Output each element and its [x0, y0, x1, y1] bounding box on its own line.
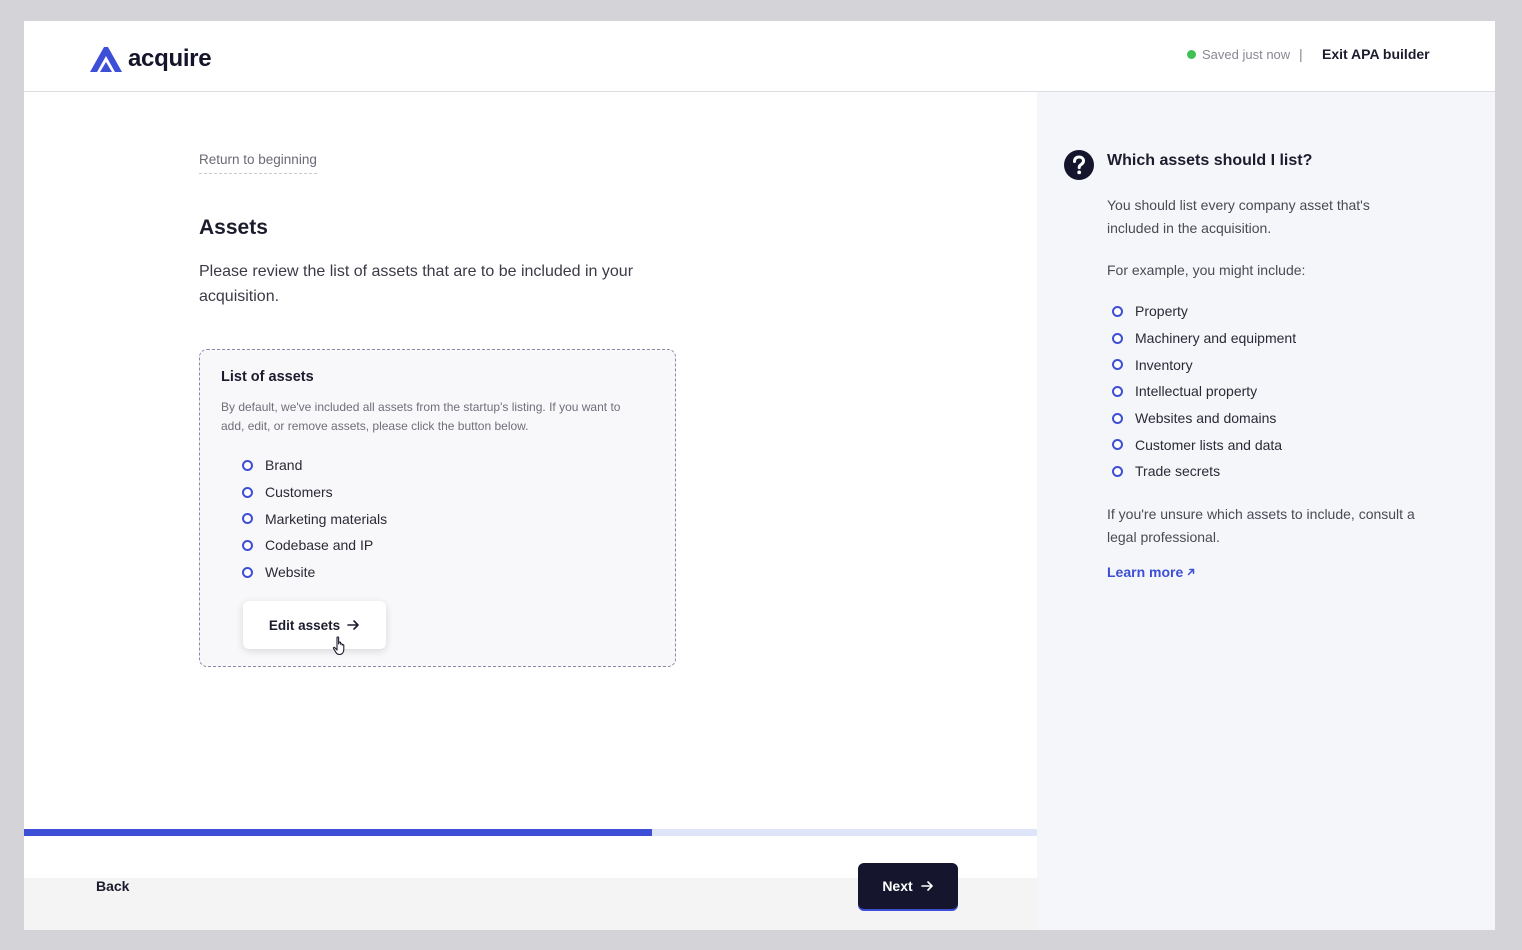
list-item: Websites and domains [1112, 405, 1296, 432]
page-description: Please review the list of assets that ar… [199, 263, 634, 305]
back-button[interactable]: Back [96, 878, 129, 894]
list-item-label: Brand [265, 457, 303, 474]
edit-assets-label: Edit assets [268, 617, 341, 633]
save-status-text: Saved just now [1202, 47, 1291, 62]
learn-more-label: Learn more [1107, 564, 1184, 580]
list-item-label: Intellectual property [1135, 383, 1258, 400]
list-item: Trade secrets [1112, 458, 1296, 485]
list-item: Intellectual property [1112, 378, 1296, 405]
list-item-label: Marketing materials [265, 510, 388, 527]
help-intro: You should list every company asset that… [1107, 197, 1370, 236]
card-description: By default, we've included all assets fr… [221, 400, 621, 433]
bullet-icon [242, 513, 253, 525]
bullet-icon [242, 539, 253, 551]
list-item-label: Websites and domains [1135, 410, 1277, 427]
bullet-icon [242, 459, 253, 471]
list-item: Inventory [1112, 351, 1296, 378]
saved-status-dot [1187, 50, 1196, 59]
edit-assets-button[interactable]: Edit assets [243, 601, 386, 649]
bullet-icon [1112, 465, 1123, 477]
list-item: Customer lists and data [1112, 431, 1296, 458]
list-item-label: Website [265, 564, 316, 581]
bullet-icon [1112, 332, 1123, 344]
list-item-label: Machinery and equipment [1135, 330, 1297, 347]
list-item-label: Codebase and IP [265, 537, 374, 554]
help-panel: Which assets should I list? You should l… [1037, 92, 1495, 930]
bullet-icon [1112, 385, 1123, 397]
acquire-logo[interactable]: acquire [88, 45, 212, 73]
save-status: Saved just now [1187, 47, 1290, 62]
exit-apa-builder-button[interactable]: Exit APA builder [1322, 46, 1430, 62]
bullet-icon [242, 566, 253, 578]
list-item: Customers [242, 479, 387, 506]
list-item: Marketing materials [242, 505, 387, 532]
footer-nav: Back Next [24, 836, 1037, 930]
bullet-icon [1112, 359, 1123, 371]
list-item: Website [242, 559, 387, 586]
question-circle-icon [1064, 150, 1094, 180]
list-item: Codebase and IP [242, 532, 387, 559]
help-title: Which assets should I list? [1107, 152, 1313, 169]
next-button-label: Next [882, 878, 913, 894]
progress-bar-fill [24, 829, 653, 836]
help-example-lead: For example, you might include: [1107, 262, 1306, 278]
list-item-label: Customers [265, 484, 333, 501]
bullet-icon [1112, 439, 1123, 451]
arrow-right-icon [920, 881, 933, 891]
list-item: Brand [242, 452, 387, 479]
asset-list: Brand Customers Marketing materials Code… [242, 452, 387, 585]
list-item-label: Inventory [1135, 356, 1193, 373]
learn-more-link[interactable]: Learn more [1107, 564, 1195, 580]
return-to-beginning-link[interactable]: Return to beginning [199, 152, 317, 174]
list-item: Machinery and equipment [1112, 325, 1296, 352]
list-item-label: Property [1135, 303, 1188, 320]
hand-pointer-cursor-icon [332, 636, 345, 656]
list-item-label: Customer lists and data [1135, 436, 1283, 453]
list-of-assets-card: List of assets By default, we've include… [199, 349, 676, 667]
next-button[interactable]: Next [858, 863, 958, 909]
arrow-right-icon [347, 620, 359, 630]
list-item: Property [1112, 298, 1296, 325]
help-example-list: Property Machinery and equipment Invento… [1112, 298, 1296, 485]
card-title: List of assets [221, 369, 314, 385]
help-note: If you're unsure which assets to include… [1107, 506, 1415, 545]
header-divider: | [1299, 46, 1303, 62]
page-title: Assets [199, 216, 268, 239]
acquire-logo-icon [90, 47, 122, 72]
external-arrow-icon [1188, 568, 1195, 576]
bullet-icon [1112, 305, 1123, 317]
top-header: acquire Saved just now | Exit APA builde… [24, 21, 1495, 92]
list-item-label: Trade secrets [1135, 463, 1221, 480]
main-content: Return to beginning Assets Please review… [24, 92, 1037, 930]
app-window: acquire Saved just now | Exit APA builde… [24, 21, 1495, 930]
brand-name: acquire [128, 45, 212, 72]
bullet-icon [1112, 412, 1123, 424]
bullet-icon [242, 486, 253, 498]
progress-bar [24, 829, 1037, 836]
